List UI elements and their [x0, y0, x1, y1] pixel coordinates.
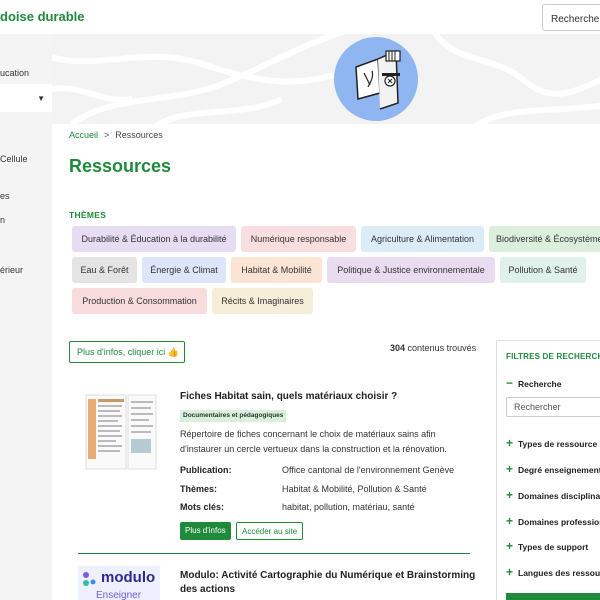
sidebar-item-cellule[interactable]: Cellule [0, 154, 28, 164]
theme-chip[interactable]: Eau & Forêt [72, 257, 137, 283]
breadcrumb-separator: > [104, 130, 110, 140]
plus-icon: + [506, 565, 514, 579]
minus-icon: − [506, 376, 514, 390]
meta-key-keywords: Mots clés: [180, 502, 225, 512]
results-count-number: 304 [390, 343, 406, 353]
top-header: doise durable Recherche [0, 0, 600, 34]
apply-filters-button[interactable] [506, 593, 600, 600]
plus-icon: + [506, 436, 514, 450]
theme-chip[interactable]: Habitat & Mobilité [231, 257, 322, 283]
hero-banner [52, 34, 600, 124]
results-count-label: contenus trouvés [407, 343, 477, 353]
theme-chip[interactable]: Numérique responsable [241, 226, 356, 252]
results-count: 304 contenus trouvés [390, 343, 476, 353]
theme-chip[interactable]: Biodiversité & Écosystèmes [489, 226, 600, 252]
modulo-dots-icon [83, 572, 96, 586]
result-type-badge: Documentaires et pédagogiques [180, 410, 287, 422]
filter-group[interactable]: + Degré enseignement [506, 462, 600, 476]
more-info-result-button[interactable]: Plus d'infos [180, 522, 231, 540]
theme-chip[interactable]: Production & Consommation [72, 288, 207, 314]
site-title[interactable]: doise durable [0, 9, 85, 24]
logo-subtitle: Enseigner [96, 590, 142, 600]
filters-panel: FILTRES DE RECHERCHE − Recherche Recherch… [496, 340, 600, 600]
thumbs-up-icon: 👍 [167, 347, 179, 357]
filter-group[interactable]: + Domaines disciplinaires [506, 488, 600, 502]
result-description: Répertoire de fiches concernant le choix… [180, 429, 447, 454]
page-title: Ressources [69, 156, 172, 176]
banner-pattern [52, 34, 600, 124]
more-info-button[interactable]: Plus d'infos, cliquer ici 👍 [69, 341, 185, 363]
meta-value-themes: Habitat & Mobilité, Pollution & Santé [282, 484, 427, 494]
filter-search-section[interactable]: − Recherche [506, 376, 561, 390]
search-button[interactable]: Recherche [542, 4, 600, 31]
meta-value-publication: Office cantonal de l'environnement Genèv… [282, 465, 455, 475]
filter-group[interactable]: + Langues des ressources [506, 565, 600, 579]
theme-chip[interactable]: Énergie & Climat [142, 257, 226, 283]
result-logo[interactable]: modulo Enseigner [78, 566, 160, 600]
filter-group[interactable]: + Types de support [506, 539, 588, 553]
plus-icon: + [506, 462, 514, 476]
meta-key-themes: Thèmes: [180, 484, 218, 494]
meta-key-publication: Publication: [180, 465, 232, 475]
breadcrumb: Accueil > Ressources [69, 130, 163, 140]
sidebar-item-3[interactable]: es [0, 191, 10, 201]
plus-icon: + [506, 514, 514, 528]
chevron-down-icon: ▼ [37, 94, 45, 103]
breadcrumb-home-link[interactable]: Accueil [69, 130, 98, 140]
theme-chip[interactable]: Agriculture & Alimentation [361, 226, 484, 252]
filter-group[interactable]: + Domaines professionnels [506, 514, 600, 528]
filter-group[interactable]: + Types de ressource [506, 436, 597, 450]
more-info-label: Plus d'infos, cliquer ici [77, 347, 166, 357]
result-title-link[interactable]: Fiches Habitat sain, quels matériaux cho… [180, 391, 397, 402]
illustration-icon [334, 37, 418, 121]
plus-icon: + [506, 488, 514, 502]
sidebar-dropdown[interactable]: ▼ [0, 84, 52, 112]
sidebar-item-4[interactable]: n [0, 215, 5, 225]
logo-word: modulo [101, 569, 156, 586]
filters-title: FILTRES DE RECHERCHE [506, 352, 600, 361]
theme-chip[interactable]: Récits & Imaginaires [212, 288, 313, 314]
result-title-link[interactable]: Modulo: Activité Cartographie du Numériq… [180, 569, 480, 597]
filter-search-input[interactable]: Rechercher [506, 397, 600, 417]
sidebar: ucation ▼ Cellule es n érieur [0, 34, 52, 600]
filter-group-label: Types de ressource [518, 439, 598, 449]
sidebar-item-education[interactable]: ucation [0, 68, 29, 78]
themes-heading: THÈMES [69, 210, 107, 220]
theme-chip[interactable]: Politique & Justice environnementale [327, 257, 495, 283]
result-divider [78, 553, 470, 554]
filter-group-label: Types de support [518, 542, 589, 552]
sidebar-item-exterieur[interactable]: érieur [0, 265, 23, 275]
theme-chip[interactable]: Durabilité & Éducation à la durabilité [72, 226, 236, 252]
result-thumbnail[interactable] [78, 391, 160, 473]
filter-group-label: Langues des ressources [518, 568, 600, 578]
visit-site-button[interactable]: Accéder au site [236, 522, 303, 540]
filter-group-label: Degré enseignement [518, 465, 600, 475]
breadcrumb-current: Ressources [115, 130, 163, 140]
meta-value-keywords: habitat, pollution, matériau, santé [282, 502, 415, 512]
theme-chip[interactable]: Pollution & Santé [500, 257, 586, 283]
filter-group-label: Domaines professionnels [518, 517, 600, 527]
plus-icon: + [506, 539, 514, 553]
filter-group-label: Domaines disciplinaires [518, 491, 600, 501]
filter-search-label: Recherche [518, 379, 562, 389]
